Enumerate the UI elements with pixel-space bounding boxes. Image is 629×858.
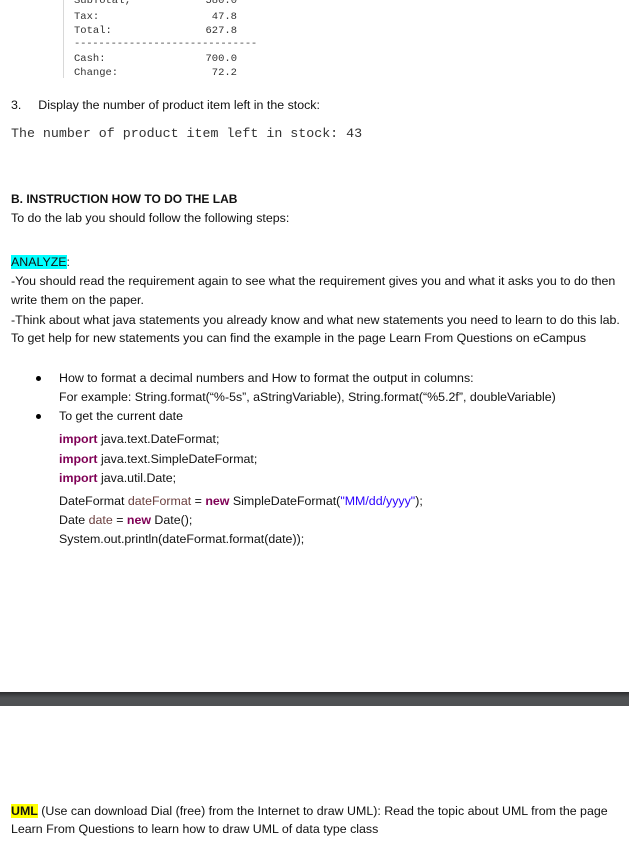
analyze-line: write them on the paper.: [11, 293, 144, 307]
analyze-line: -Think about what java statements you al…: [11, 313, 620, 327]
code-operator: =: [112, 513, 127, 527]
code-variable: dateFormat: [127, 494, 192, 508]
receipt-value: 72.2: [211, 67, 237, 79]
bullet-icon: [36, 376, 41, 381]
uml-label: UML: [11, 804, 38, 818]
code-end: Date();: [150, 513, 193, 527]
code-type: Date: [59, 513, 89, 527]
uml-text: (Use can download Dial (free) from the I…: [37, 804, 608, 818]
import-path: java.text.DateFormat;: [101, 432, 220, 446]
uml-line-1: UML (Use can download Dial (free) from t…: [11, 802, 608, 821]
step-3: 3. Display the number of product item le…: [11, 96, 320, 115]
receipt-row-tax: Tax: 47.8: [74, 10, 274, 24]
receipt-separator: ------------------------------: [74, 38, 258, 50]
keyword: import: [59, 471, 98, 485]
code-string: "MM/dd/yyyy": [340, 494, 416, 508]
code-line-import: import java.util.Date;: [59, 469, 176, 488]
receipt-row-total: Total: 627.8: [74, 24, 274, 38]
analyze-line: To get help for new statements you can f…: [11, 331, 587, 345]
receipt-label: Change:: [74, 67, 119, 79]
code-constructor: SimpleDateFormat(: [229, 494, 341, 508]
code-operator: =: [191, 494, 206, 508]
section-b-intro: To do the lab you should follow the foll…: [11, 211, 290, 225]
keyword: import: [59, 432, 98, 446]
import-path: java.util.Date;: [101, 471, 177, 485]
receipt-value: 47.8: [211, 11, 237, 23]
receipt-output: SubTotal; 580.0 Tax: 47.8 Total: 627.8 -…: [63, 0, 279, 80]
page-break-divider: [0, 692, 629, 706]
analyze-label-line: ANALYZE:: [11, 253, 70, 272]
receipt-label: SubTotal;: [74, 0, 131, 7]
keyword: new: [126, 513, 151, 527]
bullet-item-title: To get the current date: [59, 409, 183, 423]
receipt-value: 627.8: [205, 25, 237, 37]
analyze-line: -You should read the requirement again t…: [11, 274, 616, 288]
analyze-colon: :: [66, 255, 70, 269]
code-line-import: import java.text.SimpleDateFormat;: [59, 450, 257, 469]
keyword: import: [59, 452, 98, 466]
code-line-date: Date date = new Date();: [59, 511, 192, 530]
receipt-row-change: Change: 72.2: [74, 66, 274, 80]
bullet-item-detail: For example: String.format(“%-5s”, aStri…: [59, 390, 556, 404]
section-b-heading: B. INSTRUCTION HOW TO DO THE LAB: [11, 192, 238, 206]
code-line-println: System.out.println(dateFormat.format(dat…: [59, 532, 305, 546]
receipt-label: Cash:: [74, 53, 106, 65]
receipt-row-cash: Cash: 700.0: [74, 52, 274, 66]
code-variable: date: [88, 513, 113, 527]
keyword: new: [205, 494, 230, 508]
code-end: );: [415, 494, 423, 508]
receipt-value: 700.0: [205, 53, 237, 65]
code-line-dateformat: DateFormat dateFormat = new SimpleDateFo…: [59, 492, 423, 511]
receipt-label: Total:: [74, 25, 112, 37]
bullet-item-title: How to format a decimal numbers and How …: [59, 371, 474, 385]
code-type: DateFormat: [59, 494, 128, 508]
uml-line-2: Learn From Questions to learn how to dra…: [11, 822, 379, 836]
receipt-label: Tax:: [74, 11, 100, 23]
receipt-value: 580.0: [205, 0, 237, 7]
import-path: java.text.SimpleDateFormat;: [101, 452, 258, 466]
step-number: 3.: [11, 98, 22, 112]
receipt-row-subtotal: SubTotal; 580.0: [74, 0, 274, 8]
bullet-icon: [36, 414, 41, 419]
step-text: Display the number of product item left …: [38, 98, 320, 112]
step-3-output: The number of product item left in stock…: [11, 126, 363, 141]
code-line-import: import java.text.DateFormat;: [59, 430, 219, 449]
analyze-label: ANALYZE: [11, 255, 67, 269]
